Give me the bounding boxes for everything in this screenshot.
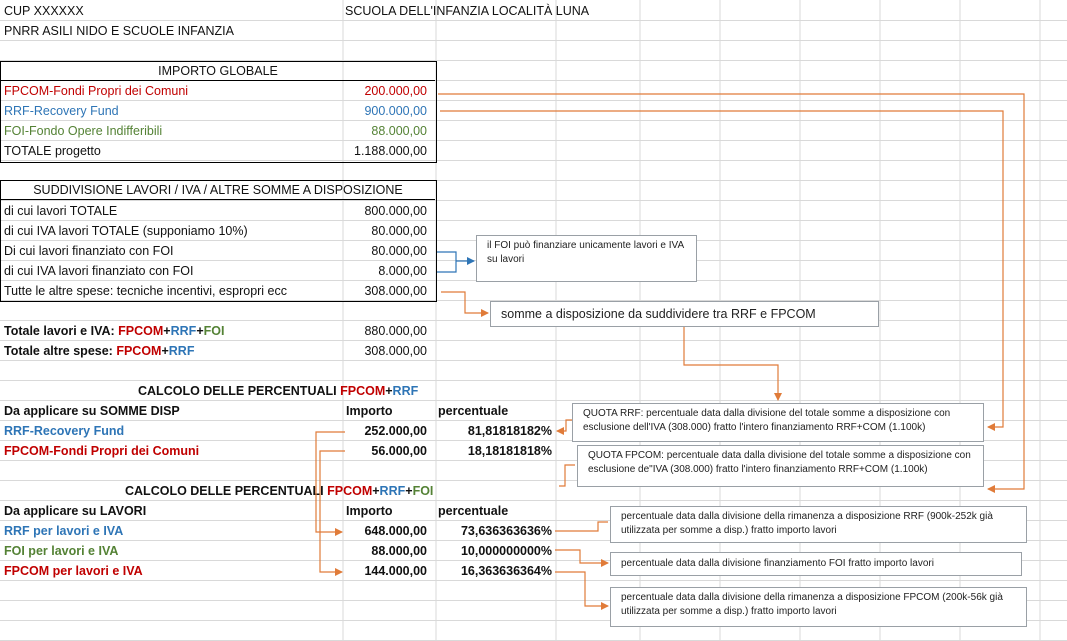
calcolo1-rrf-label[interactable]: RRF-Recovery Fund [4, 421, 124, 441]
fpcom-label[interactable]: FPCOM-Fondi Propri dei Comuni [4, 81, 188, 101]
totale-altre-spese-label[interactable]: Totale altre spese: FPCOM+RRF [4, 341, 194, 361]
fpcom-value[interactable]: 200.000,00 [345, 81, 427, 101]
altre-spese-value[interactable]: 308.000,00 [345, 281, 427, 301]
calcolo1-rrf-importo[interactable]: 252.000,00 [345, 421, 427, 441]
calcolo1-fpcom-label[interactable]: FPCOM-Fondi Propri dei Comuni [4, 441, 199, 461]
calcolo2-header-perc: percentuale [438, 504, 509, 518]
calcolo2-fpcom-label[interactable]: FPCOM per lavori e IVA [4, 561, 143, 581]
totale-progetto-value[interactable]: 1.188.000,00 [345, 141, 427, 161]
calcolo1-header-label: Da applicare su SOMME DISP [4, 404, 180, 418]
calcolo2-foi-label[interactable]: FOI per lavori e IVA [4, 541, 118, 561]
calcolo1-header-perc: percentuale [438, 404, 509, 418]
calcolo1-rrf-perc[interactable]: 81,81818182% [436, 421, 552, 441]
totale-lavori-iva-label[interactable]: Totale lavori e IVA: FPCOM+RRF+FOI [4, 321, 224, 341]
lavori-foi-value[interactable]: 80.000,00 [345, 241, 427, 261]
note-foi-lavori[interactable]: percentuale data dalla divisione finanzi… [610, 552, 1022, 576]
calcolo2-rrf-label[interactable]: RRF per lavori e IVA [4, 521, 123, 541]
calcolo2-fpcom-perc[interactable]: 16,363636364% [436, 561, 552, 581]
suddivisione-title: SUDDIVISIONE LAVORI / IVA / ALTRE SOMME … [33, 183, 403, 197]
cup-label: CUP XXXXXX [4, 4, 84, 18]
foi-value[interactable]: 88.000,00 [345, 121, 427, 141]
altre-spese-label[interactable]: Tutte le altre spese: tecniche incentivi… [4, 281, 287, 301]
iva-totale-label[interactable]: di cui IVA lavori TOTALE (supponiamo 10%… [4, 221, 248, 241]
rrf-value[interactable]: 900.000,00 [345, 101, 427, 121]
iva-foi-label[interactable]: di cui IVA lavori finanziato con FOI [4, 261, 193, 281]
note-fpcom-lavori[interactable]: percentuale data dalla divisione della r… [610, 587, 1027, 627]
calcolo2-title: CALCOLO DELLE PERCENTUALI FPCOM+RRF+FOI [125, 484, 434, 498]
calcolo2-fpcom-importo[interactable]: 144.000,00 [345, 561, 427, 581]
calcolo2-rrf-importo[interactable]: 648.000,00 [345, 521, 427, 541]
importo-globale-title: IMPORTO GLOBALE [158, 64, 278, 78]
lavori-foi-label[interactable]: Di cui lavori finanziato con FOI [4, 241, 174, 261]
calcolo1-fpcom-perc[interactable]: 18,18181818% [436, 441, 552, 461]
rrf-label[interactable]: RRF-Recovery Fund [4, 101, 119, 121]
iva-totale-value[interactable]: 80.000,00 [345, 221, 427, 241]
note-somme-disposizione[interactable]: somme a disposizione da suddividere tra … [490, 301, 879, 327]
pnrr-label: PNRR ASILI NIDO E SCUOLE INFANZIA [4, 24, 234, 38]
lavori-totale-label[interactable]: di cui lavori TOTALE [4, 201, 117, 221]
note-rrf-lavori[interactable]: percentuale data dalla divisione della r… [610, 506, 1027, 543]
totale-altre-spese-value[interactable]: 308.000,00 [345, 341, 427, 361]
lavori-totale-value[interactable]: 800.000,00 [345, 201, 427, 221]
note-quota-fpcom[interactable]: QUOTA FPCOM: percentuale data dalla divi… [577, 445, 984, 487]
note-quota-rrf[interactable]: QUOTA RRF: percentuale data dalla divisi… [572, 403, 984, 442]
calcolo2-rrf-perc[interactable]: 73,636363636% [436, 521, 552, 541]
calcolo1-fpcom-importo[interactable]: 56.000,00 [345, 441, 427, 461]
totale-lavori-iva-value[interactable]: 880.000,00 [345, 321, 427, 341]
calcolo2-foi-perc[interactable]: 10,000000000% [436, 541, 552, 561]
school-title: SCUOLA DELL'INFANZIA LOCALITÀ LUNA [345, 4, 590, 18]
calcolo1-header-importo: Importo [346, 404, 393, 418]
calcolo2-header-importo: Importo [346, 504, 393, 518]
calcolo2-header-label: Da applicare su LAVORI [4, 504, 147, 518]
calcolo2-foi-importo[interactable]: 88.000,00 [345, 541, 427, 561]
totale-progetto-label[interactable]: TOTALE progetto [4, 141, 101, 161]
calcolo1-title: CALCOLO DELLE PERCENTUALI FPCOM+RRF [138, 384, 419, 398]
foi-label[interactable]: FOI-Fondo Opere Indifferibili [4, 121, 162, 141]
note-foi[interactable]: il FOI può finanziare unicamente lavori … [476, 235, 697, 282]
iva-foi-value[interactable]: 8.000,00 [345, 261, 427, 281]
